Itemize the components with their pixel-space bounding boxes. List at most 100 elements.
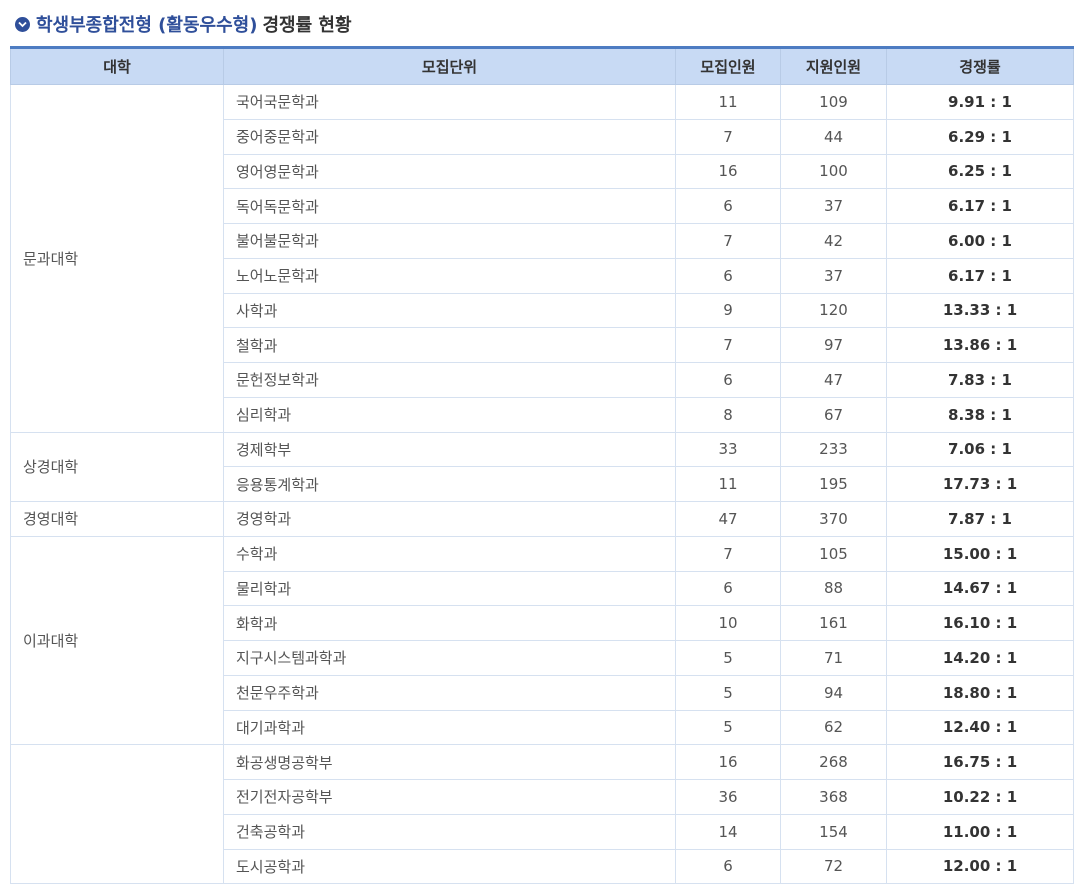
rate-cell: 16.75 : 1 [886, 744, 1074, 780]
header-applicants: 지원인원 [780, 47, 887, 85]
rate-cell: 7.87 : 1 [886, 501, 1074, 537]
rate-cell: 6.17 : 1 [886, 257, 1074, 294]
table-row: 이과대학 수학과 7 105 15.00 : 1 [10, 535, 1074, 746]
table-row: 상경대학 경제학부 33 233 7.06 : 1 [10, 431, 1074, 502]
applicants-cell: 72 [780, 848, 887, 884]
quota-cell: 5 [675, 709, 781, 746]
applicants-cell: 62 [780, 709, 887, 746]
unit-cell: 경영학과 [223, 501, 676, 537]
applicants-cell: 67 [780, 396, 887, 433]
applicants-cell: 120 [780, 292, 887, 329]
table-row: 화공생명공학부 16 268 16.75 : 1 [10, 744, 1074, 884]
unit-cell: 대기과학과 [223, 709, 676, 746]
header-quota: 모집인원 [675, 47, 781, 85]
competition-rate-table: 대학 모집단위 모집인원 지원인원 경쟁률 문과대학 국어국문학과 11 109 9.9… [10, 46, 1074, 884]
applicants-cell: 368 [780, 779, 887, 815]
rate-cell: 6.29 : 1 [886, 118, 1074, 155]
quota-cell: 5 [675, 640, 781, 676]
quota-cell: 6 [675, 188, 781, 224]
applicants-cell: 71 [780, 640, 887, 676]
college-cell: 상경대학 [10, 431, 224, 502]
college-cell: 이과대학 [10, 535, 224, 746]
unit-cell: 천문우주학과 [223, 674, 676, 711]
applicants-cell: 44 [780, 118, 887, 155]
quota-cell: 11 [675, 84, 781, 120]
rate-cell: 9.91 : 1 [886, 84, 1074, 120]
applicants-cell: 109 [780, 84, 887, 120]
rate-cell: 6.17 : 1 [886, 188, 1074, 224]
quota-cell: 14 [675, 813, 781, 850]
rate-cell: 13.33 : 1 [886, 292, 1074, 329]
chevron-down-circle-icon [15, 16, 30, 32]
quota-cell: 6 [675, 570, 781, 607]
applicants-cell: 370 [780, 501, 887, 537]
unit-cell: 불어불문학과 [223, 223, 676, 259]
page-title: 학생부종합전형 (활동우수형) 경쟁률 현황 [15, 12, 352, 36]
quota-cell: 7 [675, 118, 781, 155]
quota-cell: 7 [675, 535, 781, 572]
rate-cell: 12.00 : 1 [886, 848, 1074, 884]
college-cell [10, 744, 224, 884]
quota-cell: 16 [675, 744, 781, 780]
unit-cell: 사학과 [223, 292, 676, 329]
applicants-cell: 154 [780, 813, 887, 850]
rate-cell: 7.06 : 1 [886, 431, 1074, 468]
applicants-cell: 233 [780, 431, 887, 468]
unit-cell: 중어중문학과 [223, 118, 676, 155]
rate-cell: 18.80 : 1 [886, 674, 1074, 711]
rate-cell: 10.22 : 1 [886, 779, 1074, 815]
applicants-cell: 100 [780, 153, 887, 190]
applicants-cell: 37 [780, 188, 887, 224]
applicants-cell: 105 [780, 535, 887, 572]
rate-cell: 15.00 : 1 [886, 535, 1074, 572]
unit-cell: 문헌정보학과 [223, 362, 676, 398]
unit-cell: 도시공학과 [223, 848, 676, 884]
unit-cell: 지구시스템과학과 [223, 640, 676, 676]
unit-cell: 수학과 [223, 535, 676, 572]
quota-cell: 7 [675, 223, 781, 259]
applicants-cell: 42 [780, 223, 887, 259]
unit-cell: 화학과 [223, 605, 676, 641]
unit-cell: 국어국문학과 [223, 84, 676, 120]
unit-cell: 노어노문학과 [223, 257, 676, 294]
unit-cell: 심리학과 [223, 396, 676, 433]
quota-cell: 7 [675, 327, 781, 363]
title-rest: 경쟁률 현황 [262, 15, 352, 36]
header-unit: 모집단위 [223, 47, 676, 85]
table-row: 경영대학 경영학과 47 370 7.87 : 1 [10, 501, 1074, 537]
unit-cell: 전기전자공학부 [223, 779, 676, 815]
unit-cell: 물리학과 [223, 570, 676, 607]
rate-cell: 7.83 : 1 [886, 362, 1074, 398]
header-college: 대학 [10, 47, 224, 85]
applicants-cell: 161 [780, 605, 887, 641]
quota-cell: 47 [675, 501, 781, 537]
rate-cell: 14.20 : 1 [886, 640, 1074, 676]
unit-cell: 화공생명공학부 [223, 744, 676, 780]
title-highlight: 학생부종합전형 (활동우수형) [36, 15, 258, 36]
applicants-cell: 94 [780, 674, 887, 711]
applicants-cell: 268 [780, 744, 887, 780]
quota-cell: 16 [675, 153, 781, 190]
applicants-cell: 195 [780, 466, 887, 502]
quota-cell: 6 [675, 257, 781, 294]
rate-cell: 16.10 : 1 [886, 605, 1074, 641]
college-cell: 문과대학 [10, 84, 224, 433]
unit-cell: 영어영문학과 [223, 153, 676, 190]
unit-cell: 독어독문학과 [223, 188, 676, 224]
quota-cell: 5 [675, 674, 781, 711]
table-header-row: 대학 모집단위 모집인원 지원인원 경쟁률 [10, 47, 1074, 85]
quota-cell: 33 [675, 431, 781, 468]
header-rate: 경쟁률 [886, 47, 1074, 85]
applicants-cell: 37 [780, 257, 887, 294]
quota-cell: 6 [675, 362, 781, 398]
rate-cell: 11.00 : 1 [886, 813, 1074, 850]
table-row: 문과대학 국어국문학과 11 109 9.91 : 1 [10, 84, 1074, 433]
applicants-cell: 97 [780, 327, 887, 363]
quota-cell: 8 [675, 396, 781, 433]
quota-cell: 36 [675, 779, 781, 815]
unit-cell: 경제학부 [223, 431, 676, 468]
rate-cell: 6.00 : 1 [886, 223, 1074, 259]
table-body: 문과대학 국어국문학과 11 109 9.91 : 1 중어중문학과 7 44 6.29 : 1… [10, 84, 1074, 884]
applicants-cell: 88 [780, 570, 887, 607]
applicants-cell: 47 [780, 362, 887, 398]
